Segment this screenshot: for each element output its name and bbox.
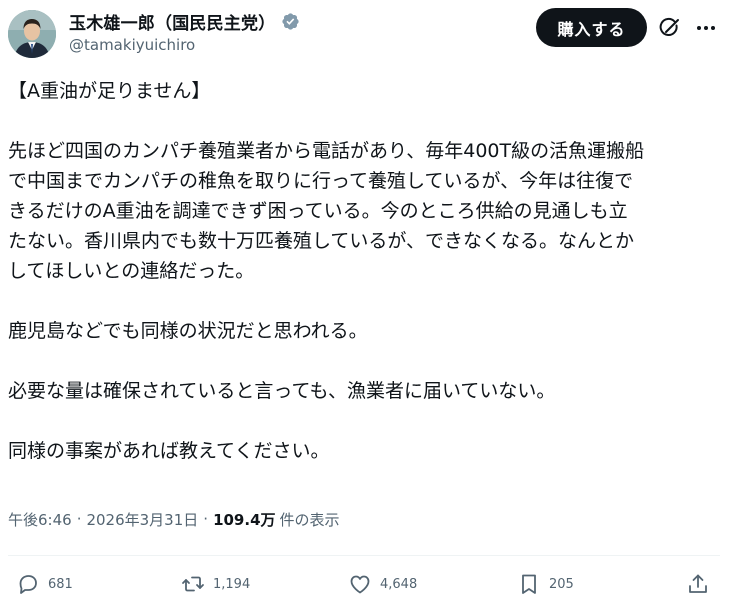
repost-icon [181,572,205,596]
tweet-title-paragraph: 【A重油が足りません】 [8,76,720,106]
tweet-paragraph-2: 鹿児島などでも同様の状況だと思われる。 [8,316,720,346]
tweet-line: たない。香川県内でも数十万匹養殖しているが、できなくなる。なんとか [8,230,635,252]
tweet-title: 【A重油が足りません】 [8,80,211,102]
share-button[interactable] [686,572,710,596]
like-count: 4,648 [380,576,418,592]
meta-separator: · [203,510,209,528]
author-info: 玉木雄一郎（国民民主党） @tamakiyuichiro [69,10,429,54]
tweet-text: 【A重油が足りません】 先ほど四国のカンパチ養殖業者から電話があり、毎年400T… [8,76,720,466]
grok-icon[interactable] [658,16,682,40]
tweet-header: 玉木雄一郎（国民民主党） @tamakiyuichiro 購入する [8,8,720,60]
bookmark-count: 205 [549,576,574,592]
more-icon[interactable] [694,16,718,40]
tweet-line: で中国までカンパチの稚魚を取りに行って養殖しているが、今年は往復で [8,170,634,192]
tweet-line: 鹿児島などでも同様の状況だと思われる。 [8,320,368,342]
avatar[interactable] [8,10,56,58]
tweet-line: 必要な量は確保されていると言っても、漁業者に届いていない。 [8,380,556,402]
author-display-name[interactable]: 玉木雄一郎（国民民主党） [69,9,275,34]
divider [8,555,720,556]
bookmark-icon [517,572,541,596]
repost-count: 1,194 [213,576,251,592]
tweet-time[interactable]: 午後6:46 [8,509,72,530]
buy-button[interactable]: 購入する [536,8,647,47]
tweet-paragraph-1: 先ほど四国のカンパチ養殖業者から電話があり、毎年400T級の活魚運搬船 で中国ま… [8,136,720,286]
reply-button[interactable]: 681 [16,572,73,596]
tweet-line: きるだけのA重油を調達できず困っている。今のところ供給の見通しも立 [8,200,628,222]
action-bar: 681 1,194 4,648 205 [0,566,733,602]
tweet-line: してほしいとの連絡だった。 [8,260,255,282]
avatar-image [8,10,56,58]
reply-icon [16,572,40,596]
like-button[interactable]: 4,648 [348,572,417,596]
views-count: 109.4万 [213,510,276,529]
author-handle[interactable]: @tamakiyuichiro [69,36,429,54]
reply-count: 681 [48,576,73,592]
display-name-row: 玉木雄一郎（国民民主党） [69,9,429,34]
verified-badge-icon[interactable] [281,12,300,31]
tweet-meta: 午後6:46 · 2026年3月31日 · 109.4万 件の表示 [8,507,340,531]
tweet-line: 同様の事案があれば教えてください。 [8,440,330,462]
heart-icon [348,572,372,596]
repost-button[interactable]: 1,194 [181,572,250,596]
tweet-paragraph-4: 同様の事案があれば教えてください。 [8,436,720,466]
tweet-date[interactable]: 2026年3月31日 [86,509,198,530]
bookmark-button[interactable]: 205 [517,572,574,596]
tweet-line: 先ほど四国のカンパチ養殖業者から電話があり、毎年400T級の活魚運搬船 [8,140,645,162]
tweet-card: 玉木雄一郎（国民民主党） @tamakiyuichiro 購入する 【A重油が足… [0,0,733,606]
tweet-paragraph-3: 必要な量は確保されていると言っても、漁業者に届いていない。 [8,376,720,406]
meta-separator: · [76,510,82,528]
share-icon [686,572,710,596]
views-label: 件の表示 [279,510,340,529]
